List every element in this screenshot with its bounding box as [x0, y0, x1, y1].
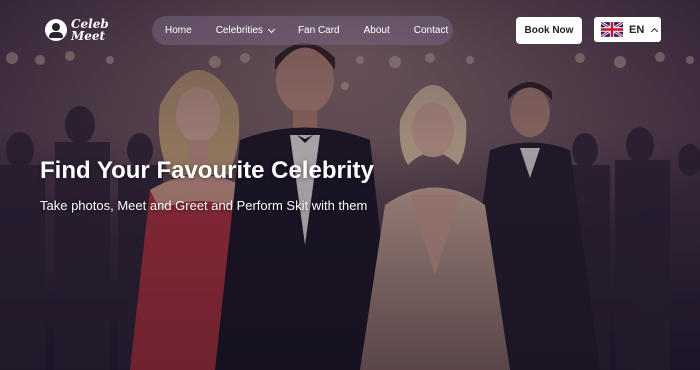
nav-item-home[interactable]: Home: [152, 25, 204, 36]
nav-about-label: About: [363, 25, 390, 36]
brand-line-2: Meet: [71, 29, 106, 43]
nav-item-fan-card[interactable]: Fan Card: [286, 25, 352, 36]
nav-contact-label: Contact: [413, 25, 449, 36]
logo-person-icon: [45, 19, 67, 41]
chevron-up-icon: [651, 27, 659, 35]
nav-item-about[interactable]: About: [352, 25, 402, 36]
nav-item-celebrities[interactable]: Celebrities: [204, 25, 286, 36]
nav-item-contact[interactable]: Contact: [402, 25, 460, 36]
book-now-button[interactable]: Book Now: [516, 17, 582, 44]
nav-celebrities-label: Celebrities: [215, 25, 263, 36]
language-selector[interactable]: EN: [594, 17, 661, 42]
uk-flag-icon: [601, 22, 623, 37]
language-code: EN: [629, 23, 645, 36]
main-menu: Home Celebrities Fan Card About Contact: [152, 16, 453, 45]
hero-title: Find Your Favourite Celebrity: [40, 157, 374, 184]
hero-section: Celeb Meet Home Celebrities Fan Card Abo…: [0, 0, 700, 370]
hero-subtitle: Take photos, Meet and Greet and Perform …: [40, 198, 368, 213]
brand-logo[interactable]: Celeb Meet: [45, 13, 115, 47]
top-navbar: Celeb Meet Home Celebrities Fan Card Abo…: [0, 0, 700, 62]
nav-home-label: Home: [165, 25, 192, 36]
chevron-down-icon: [267, 25, 275, 33]
brand-name: Celeb Meet: [71, 18, 109, 42]
nav-fan-card-label: Fan Card: [297, 25, 340, 36]
